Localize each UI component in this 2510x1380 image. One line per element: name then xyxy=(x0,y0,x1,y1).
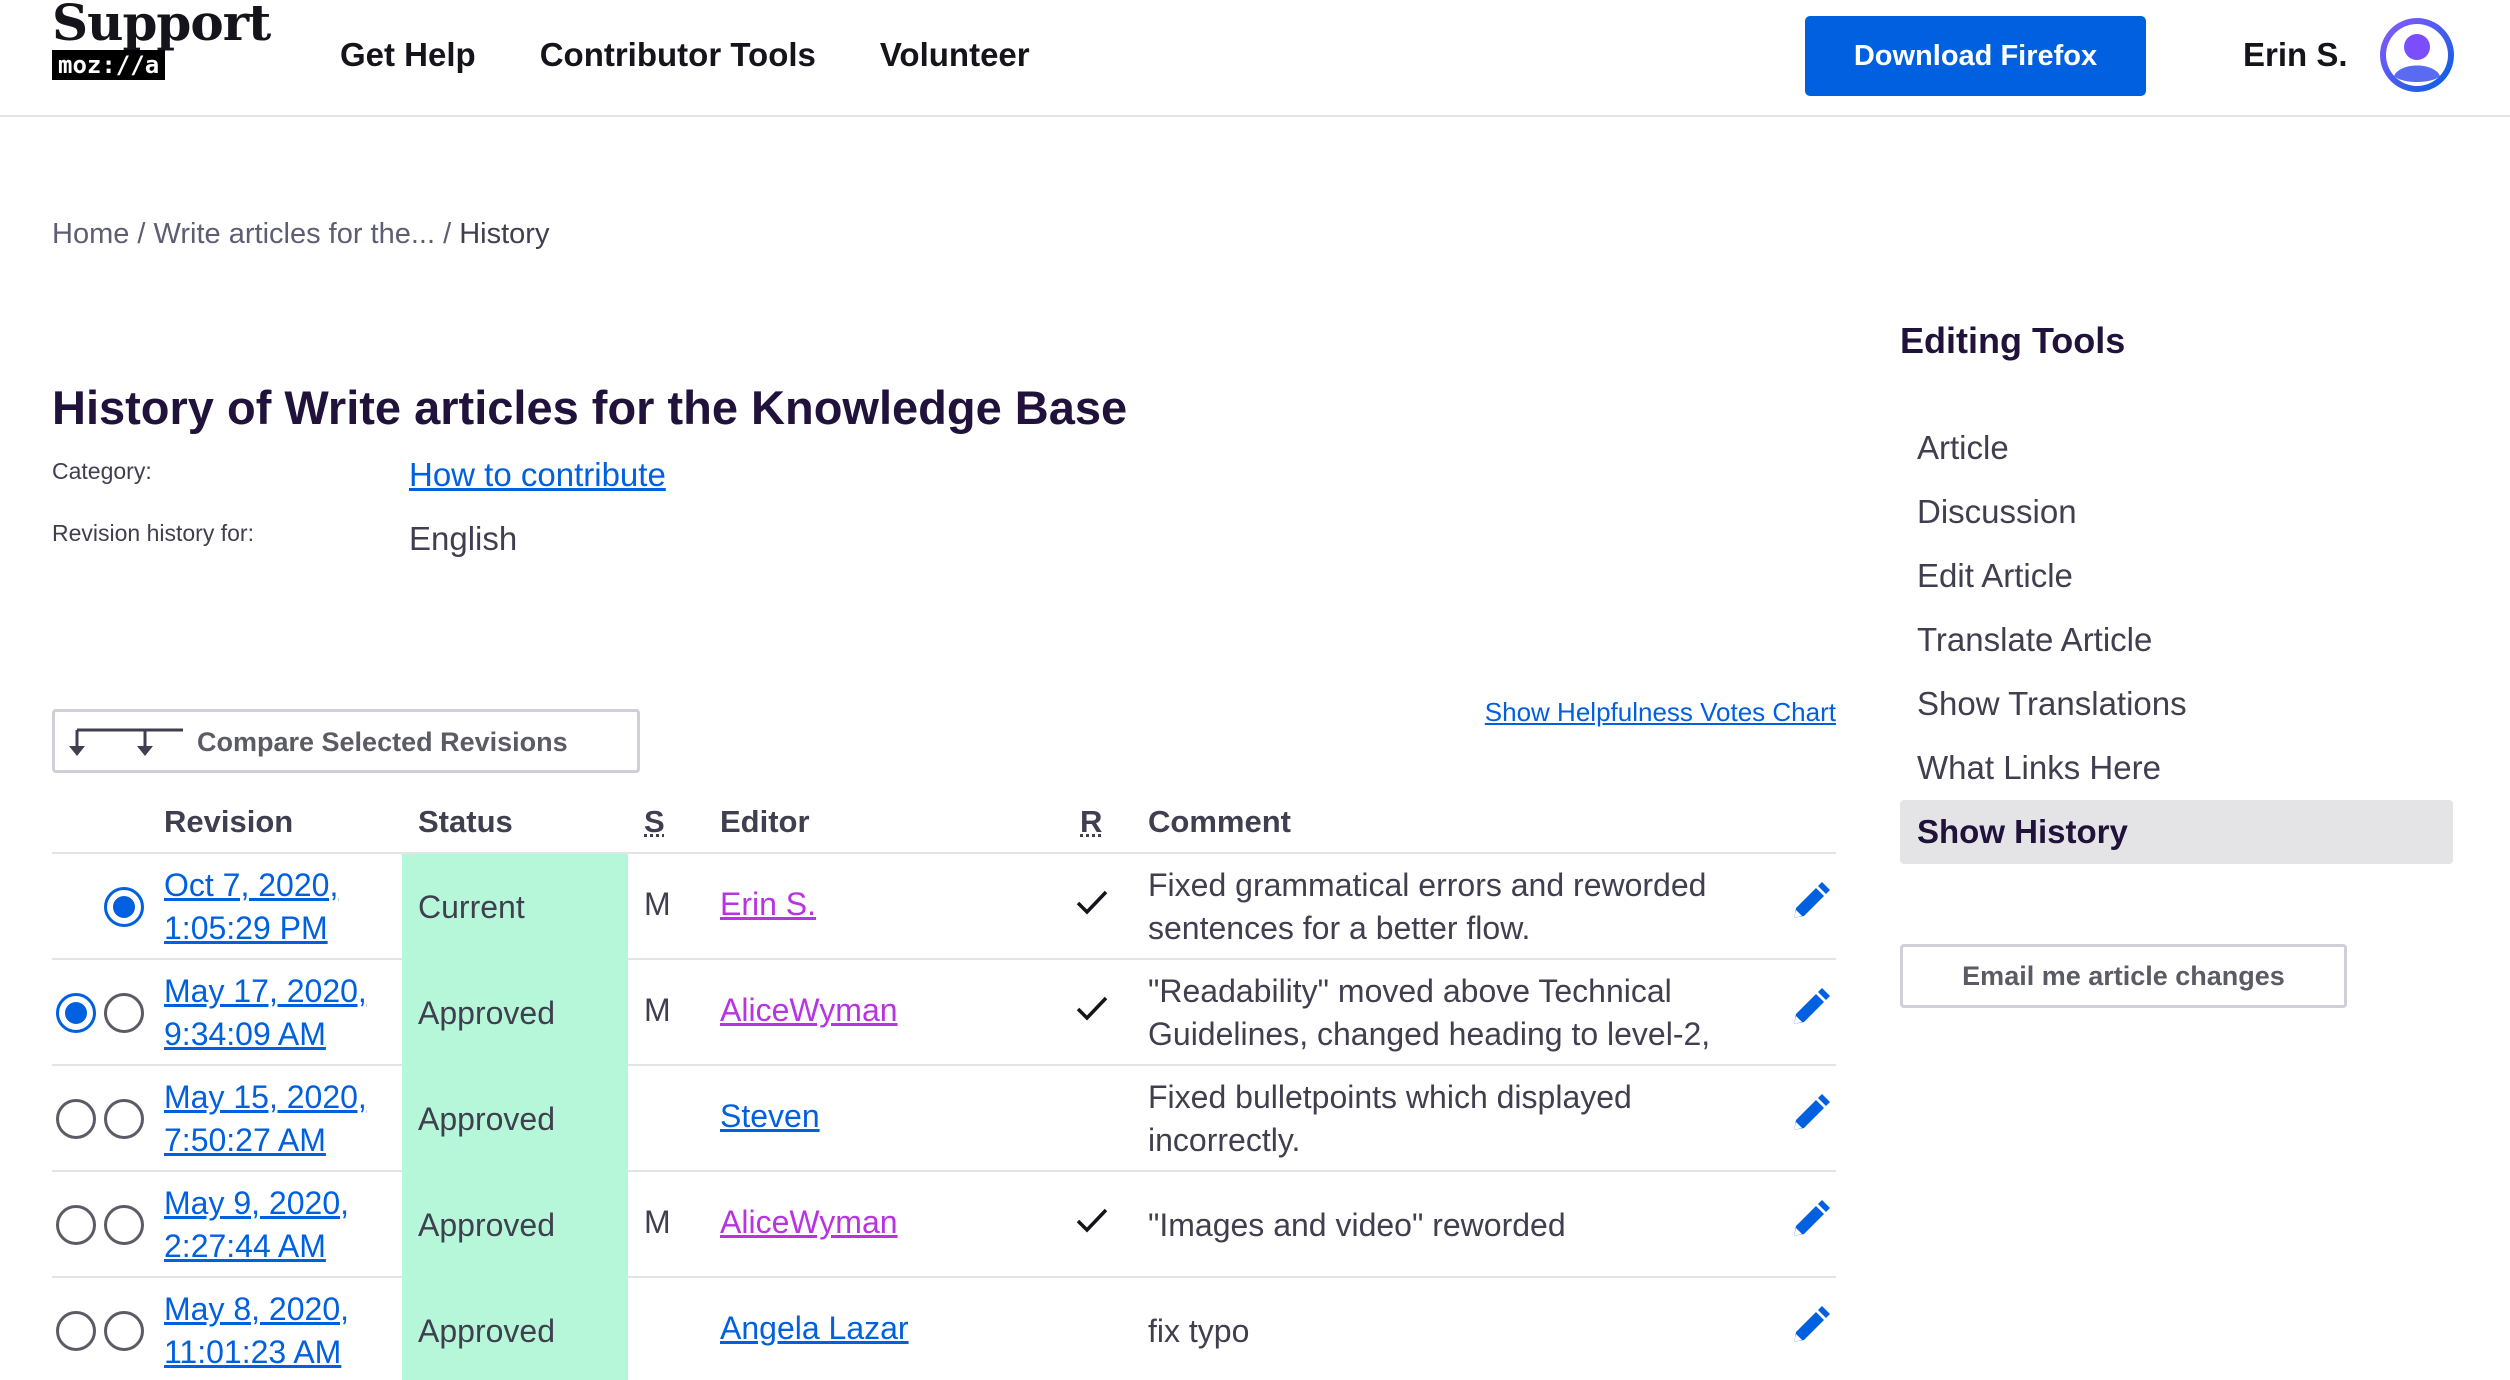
revision-time: 7:50:27 AM xyxy=(164,1122,326,1158)
editor-link[interactable]: AliceWyman xyxy=(720,1204,898,1241)
header-revision[interactable]: Revision xyxy=(164,804,293,840)
revision-date-link[interactable]: May 17, 2020, 9:34:09 AM xyxy=(164,970,367,1056)
revision-date-link[interactable]: May 9, 2020, 2:27:44 AM xyxy=(164,1182,349,1268)
pencil-icon[interactable] xyxy=(1788,1304,1832,1348)
significance-cell: M xyxy=(644,992,671,1028)
download-firefox-button[interactable]: Download Firefox xyxy=(1805,16,2146,96)
status-badge: Approved xyxy=(402,1172,628,1278)
pencil-icon[interactable] xyxy=(1788,1198,1832,1242)
table-row: Oct 7, 2020, 1:05:29 PM Current M Erin S… xyxy=(52,854,1836,960)
checkmark-icon xyxy=(1076,890,1108,915)
revision-comment: "Images and video" reworded xyxy=(1148,1207,1566,1243)
table-row: May 17, 2020, 9:34:09 AM Approved M Alic… xyxy=(52,960,1836,1066)
breadcrumb-parent[interactable]: Write articles for the... xyxy=(154,218,436,250)
site-header: Support moz://a Get Help Contributor Too… xyxy=(0,0,2510,117)
revision-comment: Fixed grammatical errors and reworded se… xyxy=(1148,867,1707,946)
editor-link[interactable]: AliceWyman xyxy=(720,992,898,1029)
header-reviewed[interactable]: R xyxy=(1080,804,1102,840)
revision-date: May 17, 2020, xyxy=(164,973,367,1009)
sidebar-item-discussion[interactable]: Discussion xyxy=(1900,480,2453,544)
mozilla-logo: moz://a xyxy=(52,50,166,80)
revision-history-label: Revision history for: xyxy=(52,520,254,546)
avatar[interactable] xyxy=(2380,18,2454,92)
revision-time: 2:27:44 AM xyxy=(164,1228,326,1264)
revision-comment: "Readability" moved above Technical Guid… xyxy=(1148,973,1711,1052)
revision-comment: Fixed bulletpoints which displayed incor… xyxy=(1148,1079,1632,1158)
helpfulness-votes-link[interactable]: Show Helpfulness Votes Chart xyxy=(1485,697,1836,728)
revision-date: May 9, 2020, xyxy=(164,1185,349,1221)
editor-link[interactable]: Steven xyxy=(720,1098,820,1135)
compare-revisions-button[interactable]: Compare Selected Revisions xyxy=(52,709,640,773)
table-row: May 15, 2020, 7:50:27 AM Approved Steven… xyxy=(52,1066,1836,1172)
revision-comment: fix typo xyxy=(1148,1313,1250,1349)
revision-time: 1:05:29 PM xyxy=(164,910,328,946)
user-icon xyxy=(2386,24,2448,86)
main-nav: Get Help Contributor Tools Volunteer xyxy=(340,36,1030,74)
nav-get-help[interactable]: Get Help xyxy=(340,36,476,74)
username[interactable]: Erin S. xyxy=(2243,36,2348,74)
status-badge: Approved xyxy=(402,960,628,1066)
logo-wordmark: Support xyxy=(52,0,271,52)
pencil-icon[interactable] xyxy=(1788,1092,1832,1136)
table-row: May 9, 2020, 2:27:44 AM Approved M Alice… xyxy=(52,1172,1836,1278)
status-badge: Approved xyxy=(402,1066,628,1172)
revision-radio-to[interactable] xyxy=(104,887,144,927)
checkmark-icon xyxy=(1076,1208,1108,1233)
header-significance[interactable]: S xyxy=(644,804,665,840)
revision-language: English xyxy=(409,520,518,557)
revision-radio-to[interactable] xyxy=(104,1311,144,1351)
sidebar-item-show-history[interactable]: Show History xyxy=(1900,800,2453,864)
breadcrumb: Home / Write articles for the... / Histo… xyxy=(52,218,549,251)
revision-date: May 15, 2020, xyxy=(164,1079,367,1115)
revision-date: Oct 7, 2020, xyxy=(164,867,339,903)
sidebar-item-what-links-here[interactable]: What Links Here xyxy=(1900,736,2453,800)
revision-radio-to[interactable] xyxy=(104,993,144,1033)
checkmark-icon xyxy=(1076,996,1108,1021)
sidebar-item-show-translations[interactable]: Show Translations xyxy=(1900,672,2453,736)
header-status[interactable]: Status xyxy=(418,804,513,840)
breadcrumb-home[interactable]: Home xyxy=(52,218,129,250)
nav-contributor-tools[interactable]: Contributor Tools xyxy=(540,36,816,74)
revision-radio-from[interactable] xyxy=(56,1099,96,1139)
revision-date-link[interactable]: May 8, 2020, 11:01:23 AM xyxy=(164,1288,349,1374)
header-editor[interactable]: Editor xyxy=(720,804,810,840)
revision-date: May 8, 2020, xyxy=(164,1291,349,1327)
category-label: Category: xyxy=(52,458,152,484)
category-link[interactable]: How to contribute xyxy=(409,456,666,494)
table-row: May 8, 2020, 11:01:23 AM Approved Angela… xyxy=(52,1278,1836,1380)
revision-date-link[interactable]: May 15, 2020, 7:50:27 AM xyxy=(164,1076,367,1162)
revision-radio-from[interactable] xyxy=(56,993,96,1033)
revision-radio-from[interactable] xyxy=(56,1311,96,1351)
nav-volunteer[interactable]: Volunteer xyxy=(880,36,1030,74)
sidebar-item-translate-article[interactable]: Translate Article xyxy=(1900,608,2453,672)
breadcrumb-current: History xyxy=(459,218,550,250)
significance-cell: M xyxy=(644,886,671,922)
breadcrumb-separator: / xyxy=(443,218,452,250)
status-badge: Approved xyxy=(402,1278,628,1380)
revision-radio-to[interactable] xyxy=(104,1099,144,1139)
compare-arrows-icon xyxy=(69,728,183,756)
editor-link[interactable]: Erin S. xyxy=(720,886,816,923)
pencil-icon[interactable] xyxy=(1788,986,1832,1030)
support-logo[interactable]: Support moz://a xyxy=(52,0,271,80)
revision-time: 11:01:23 AM xyxy=(164,1334,342,1370)
header-comment[interactable]: Comment xyxy=(1148,804,1291,840)
page-title: History of Write articles for the Knowle… xyxy=(52,381,1128,434)
revision-radio-from[interactable] xyxy=(56,1205,96,1245)
revision-date-link[interactable]: Oct 7, 2020, 1:05:29 PM xyxy=(164,864,338,950)
compare-label: Compare Selected Revisions xyxy=(197,727,568,757)
significance-cell: M xyxy=(644,1204,671,1240)
pencil-icon[interactable] xyxy=(1788,880,1832,924)
revision-time: 9:34:09 AM xyxy=(164,1016,326,1052)
editing-tools-title: Editing Tools xyxy=(1900,320,2126,361)
editor-link[interactable]: Angela Lazar xyxy=(720,1310,909,1347)
revision-radio-to[interactable] xyxy=(104,1205,144,1245)
email-article-changes-button[interactable]: Email me article changes xyxy=(1900,944,2347,1008)
sidebar-item-edit-article[interactable]: Edit Article xyxy=(1900,544,2453,608)
breadcrumb-separator: / xyxy=(137,218,146,250)
status-badge: Current xyxy=(402,854,628,960)
sidebar-item-article[interactable]: Article xyxy=(1900,416,2453,480)
